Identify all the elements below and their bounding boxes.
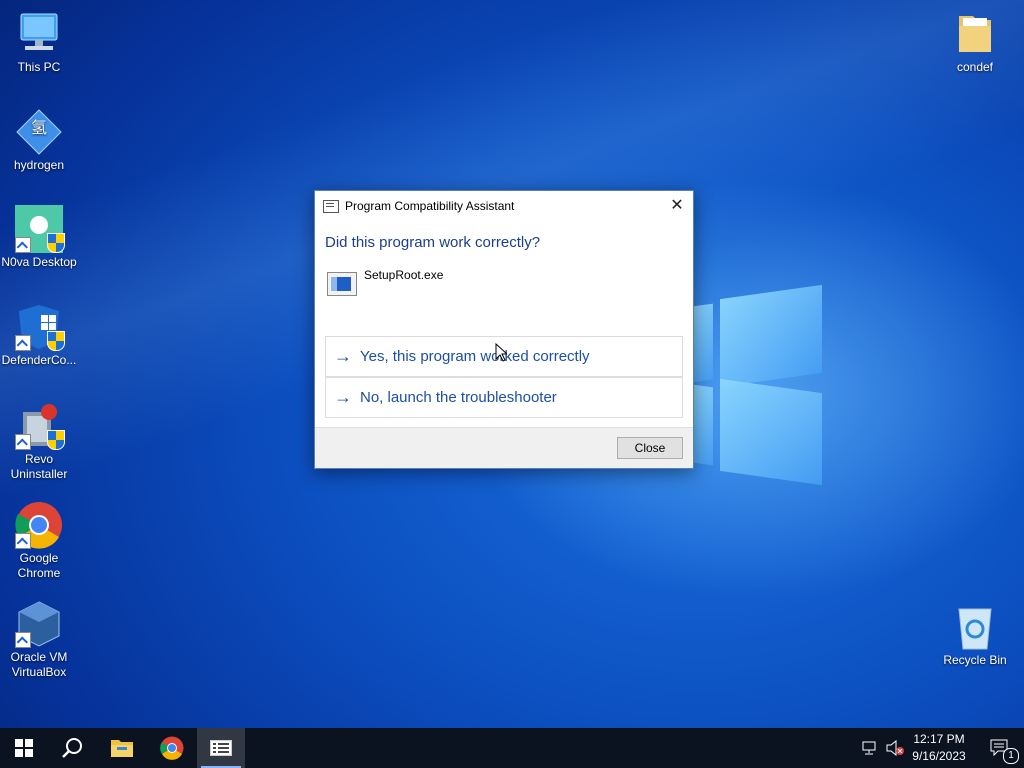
desktop-icon-defendercontrol[interactable]: DefenderCo... [1,303,77,368]
action-center-button[interactable]: 1 [976,728,1024,768]
volume-muted-icon [886,740,904,756]
chrome-icon [160,736,184,760]
chrome-icon [15,501,63,549]
dialog-close-icon[interactable]: ✕ [667,196,687,216]
n0va-desktop-icon [15,205,65,253]
desktop-icon-revo-uninstaller[interactable]: Revo Uninstaller [1,402,77,482]
desktop-icon-n0va-desktop[interactable]: N0va Desktop [1,205,77,270]
dialog-title: Program Compatibility Assistant [345,199,515,213]
program-name: SetupRoot.exe [364,268,444,282]
virtualbox-icon [15,600,63,648]
desktop-icon-this-pc[interactable]: This PC [1,10,77,75]
computer-icon [15,10,63,58]
desktop-icon-label: Revo Uninstaller [10,452,68,481]
shortcut-arrow-icon [15,434,31,450]
program-compatibility-dialog: Program Compatibility Assistant ✕ Did th… [314,190,694,469]
dialog-titlebar[interactable]: Program Compatibility Assistant [315,191,693,221]
launch-troubleshooter-option[interactable]: → No, launch the troubleshooter [325,377,683,418]
folder-icon [951,10,999,58]
program-icon [327,272,357,296]
desktop-icon-label: hydrogen [13,158,65,172]
desktop-icon-label: Recycle Bin [943,653,1007,667]
desktop-icon-hydrogen[interactable]: 氢 hydrogen [1,108,77,173]
hydrogen-icon: 氢 [15,108,63,156]
taskbar-chrome[interactable] [148,728,196,768]
uac-shield-icon [47,430,65,450]
network-icon [862,741,876,755]
mouse-cursor-icon [495,343,507,362]
desktop-icon-label: This PC [17,60,61,74]
uac-shield-icon [47,233,65,253]
taskbar: 12:17 PM 9/16/2023 1 [0,728,1024,768]
start-button[interactable] [0,728,48,768]
compatibility-assistant-icon [323,199,339,213]
desktop-icon-virtualbox[interactable]: Oracle VM VirtualBox [1,600,77,680]
desktop-icon-condef[interactable]: condef [937,10,1013,75]
network-tray-button[interactable] [858,728,882,768]
volume-tray-button[interactable] [882,728,908,768]
option-label: Yes, this program worked correctly [360,348,590,365]
clock[interactable]: 12:17 PM 9/16/2023 [908,732,970,763]
shortcut-arrow-icon [15,335,31,351]
desktop-icon-google-chrome[interactable]: Google Chrome [1,501,77,581]
revo-uninstaller-icon [15,402,65,450]
desktop-icon-label: DefenderCo... [1,353,77,367]
clock-time: 12:17 PM [913,732,965,746]
taskbar-compatibility-assistant[interactable] [197,728,245,768]
arrow-right-icon: → [334,387,352,407]
desktop-icon-label: Oracle VM VirtualBox [10,650,68,679]
dialog-question: Did this program work correctly? [325,234,541,251]
clock-date: 9/16/2023 [912,749,966,763]
compatibility-assistant-icon [210,740,232,756]
recycle-bin-icon [951,603,999,651]
shortcut-arrow-icon [15,632,31,648]
defender-control-icon [15,303,65,351]
desktop-icon-label: condef [956,60,994,74]
shortcut-arrow-icon [15,237,31,253]
desktop-icon-recycle-bin[interactable]: Recycle Bin [937,603,1013,668]
dialog-footer: Close [315,427,693,468]
option-label: No, launch the troubleshooter [360,389,557,406]
uac-shield-icon [47,331,65,351]
arrow-right-icon: → [334,346,352,366]
windows-start-icon [15,739,33,757]
desktop-icon-label: N0va Desktop [1,255,77,269]
search-icon [62,738,82,758]
close-button[interactable]: Close [617,437,683,459]
notification-count-badge: 1 [1003,748,1019,764]
taskbar-file-explorer[interactable] [98,728,146,768]
file-explorer-icon [111,740,133,757]
desktop-icon-label: Google Chrome [17,551,61,580]
shortcut-arrow-icon [15,533,31,549]
search-button[interactable] [48,728,96,768]
hydrogen-glyph: 氢 [30,120,47,137]
